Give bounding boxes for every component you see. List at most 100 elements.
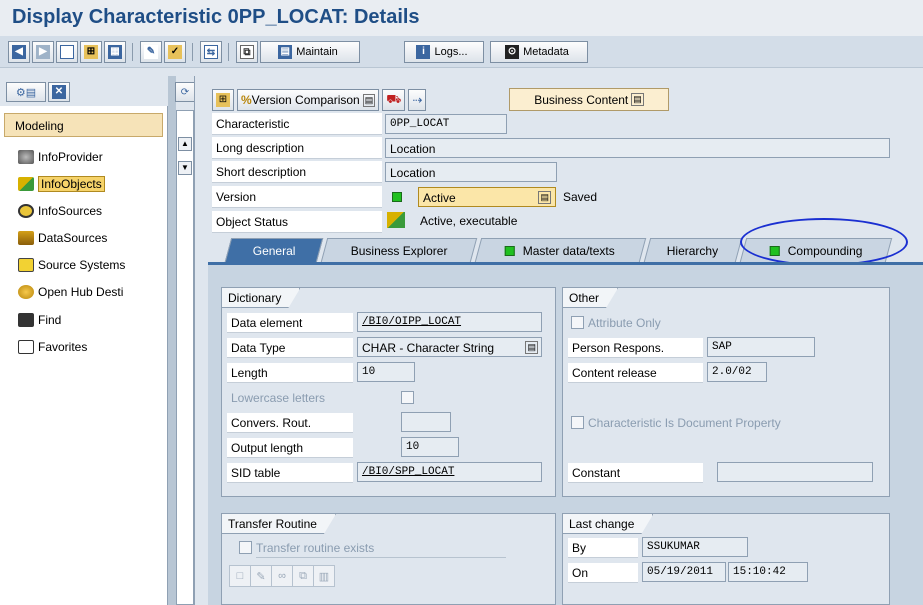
logs-label: Logs...: [434, 46, 468, 58]
infoobjects-icon: [18, 177, 34, 191]
length-label: Length: [227, 363, 353, 383]
metadata-button[interactable]: ⊙ Metadata: [490, 41, 588, 63]
pane-splitter[interactable]: [168, 76, 176, 605]
pencil-icon: ✎: [256, 570, 266, 583]
nav-item-open-hub[interactable]: Open Hub Desti: [18, 282, 123, 302]
nav-item-source-systems[interactable]: Source Systems: [18, 255, 125, 275]
nav-item-label: Open Hub Desti: [38, 285, 124, 299]
nav-item-infoprovider[interactable]: InfoProvider: [18, 147, 103, 167]
green-status-icon: [505, 245, 516, 256]
version-comparison-button[interactable]: % Version Comparison ▤: [237, 89, 380, 111]
check-button[interactable]: ✓: [164, 41, 186, 63]
tab-general[interactable]: General: [224, 238, 324, 262]
business-content-label: Business Content: [534, 92, 629, 107]
maintain-icon: ▤: [278, 45, 293, 59]
transfer-routine-checkbox[interactable]: [239, 541, 252, 554]
convers-rout-field[interactable]: [401, 412, 451, 432]
person-responsible-field[interactable]: SAP: [707, 337, 815, 357]
binoculars-icon: [18, 313, 34, 327]
tab-master-data-label: Master data/texts: [523, 243, 616, 258]
back-button[interactable]: ◀: [8, 41, 30, 63]
version-value: Active: [423, 191, 456, 205]
refresh-tree-button[interactable]: ⟳: [175, 82, 195, 102]
arrow-right-icon: ▶: [36, 45, 50, 59]
length-field[interactable]: 10: [357, 362, 415, 382]
version-comparison-label: Version Comparison: [251, 93, 360, 107]
transfer-routine-group: Transfer Routine: [221, 513, 556, 605]
where-used-icon: ⧉: [240, 45, 254, 59]
info-icon: i: [416, 45, 431, 59]
other-group-title: Other: [563, 288, 618, 308]
nav-item-find[interactable]: Find: [18, 310, 61, 330]
page-title: Display Characteristic 0PP_LOCAT: Detail…: [12, 6, 420, 28]
nav-item-infoobjects[interactable]: InfoObjects: [18, 174, 105, 194]
version-dropdown[interactable]: Active ▤: [418, 187, 556, 207]
nav-item-infosources[interactable]: InfoSources: [18, 201, 102, 221]
version-status-icon: [392, 192, 402, 202]
constant-label: Constant: [568, 463, 703, 483]
nav-item-label: DataSources: [38, 231, 108, 245]
network-button[interactable]: ⇢: [408, 89, 427, 111]
maintain-button[interactable]: ▤ Maintain: [260, 41, 360, 63]
last-change-group-title: Last change: [563, 514, 653, 534]
scroll-down-button[interactable]: ▼: [178, 161, 192, 175]
arrow-left-icon: ◀: [12, 45, 26, 59]
long-description-field[interactable]: Location: [385, 138, 890, 158]
transport-button[interactable]: ⛟: [382, 89, 406, 111]
new-routine-button[interactable]: □: [229, 565, 251, 587]
attribute-only-label: Attribute Only: [588, 316, 661, 330]
data-element-field[interactable]: /BI0/OIPP_LOCAT: [357, 312, 542, 332]
metadata-label: Metadata: [523, 46, 569, 58]
changed-by-field[interactable]: SSUKUMAR: [642, 537, 748, 557]
activate-button[interactable]: ⇆: [200, 41, 222, 63]
tab-master-data[interactable]: Master data/texts: [474, 238, 647, 262]
lowercase-label: Lowercase letters: [231, 391, 326, 405]
tree-scrollbar[interactable]: ▲ ▼: [176, 110, 194, 605]
tab-hierarchy-label: Hierarchy: [667, 243, 719, 258]
table-button[interactable]: ▦: [104, 41, 126, 63]
hierarchy-display-button[interactable]: ⊞: [212, 89, 234, 111]
constant-field[interactable]: [717, 462, 873, 482]
delete-routine-button[interactable]: ▥: [313, 565, 335, 587]
output-length-field[interactable]: 10: [401, 437, 459, 457]
nav-item-datasources[interactable]: DataSources: [18, 228, 107, 248]
tab-hierarchy[interactable]: Hierarchy: [643, 238, 743, 262]
short-description-field[interactable]: Location: [385, 162, 557, 182]
sid-table-field[interactable]: /BI0/SPP_LOCAT: [357, 462, 542, 482]
business-content-button[interactable]: Business Content ▤: [509, 88, 669, 111]
nav-item-label: InfoSources: [38, 204, 103, 218]
glasses-icon: ∞: [278, 570, 286, 582]
pencil-glasses-icon: ✎: [144, 45, 158, 59]
scroll-up-button[interactable]: ▲: [178, 137, 192, 151]
nav-settings-button[interactable]: ⚙▤: [6, 82, 46, 102]
changed-on-date-field[interactable]: 05/19/2011: [642, 562, 726, 582]
nav-close-button[interactable]: ✕: [48, 82, 70, 102]
edit-button[interactable]: ✎: [140, 41, 162, 63]
tab-business-explorer[interactable]: Business Explorer: [320, 238, 478, 262]
copy-routine-button[interactable]: ⧉: [292, 565, 314, 587]
glasses-routine-button[interactable]: ∞: [271, 565, 293, 587]
attribute-only-checkbox[interactable]: [571, 316, 584, 329]
display-object-list-button[interactable]: [56, 41, 78, 63]
infosources-icon: [18, 204, 34, 218]
nav-header-modeling[interactable]: Modeling: [4, 113, 163, 137]
logs-button[interactable]: i Logs...: [404, 41, 484, 63]
copy-icon: ⧉: [299, 569, 307, 582]
title-bar: Display Characteristic 0PP_LOCAT: Detail…: [0, 0, 923, 36]
nav-item-favorites[interactable]: Favorites: [18, 337, 87, 357]
nav-item-label: InfoProvider: [38, 150, 103, 164]
open-hub-icon: [18, 285, 34, 299]
changed-on-time-field[interactable]: 15:10:42: [728, 562, 808, 582]
lowercase-checkbox[interactable]: [401, 391, 414, 404]
hierarchy-icon: ⊞: [84, 45, 98, 59]
forward-button[interactable]: ▶: [32, 41, 54, 63]
data-type-dropdown[interactable]: CHAR - Character String ▤: [357, 337, 542, 357]
document-property-checkbox[interactable]: [571, 416, 584, 429]
where-used-button[interactable]: ⧉: [236, 41, 258, 63]
content-release-field[interactable]: 2.0/02: [707, 362, 767, 382]
main-toolbar: ◀ ▶ ⊞ ▦ ✎ ✓ ⇆ ⧉ ▤ Maintain i Logs... ⊙ Meta…: [0, 36, 923, 68]
characteristic-field[interactable]: 0PP_LOCAT: [385, 114, 507, 134]
version-label: Version: [212, 186, 382, 208]
hierarchy-button[interactable]: ⊞: [80, 41, 102, 63]
edit-routine-button[interactable]: ✎: [250, 565, 272, 587]
